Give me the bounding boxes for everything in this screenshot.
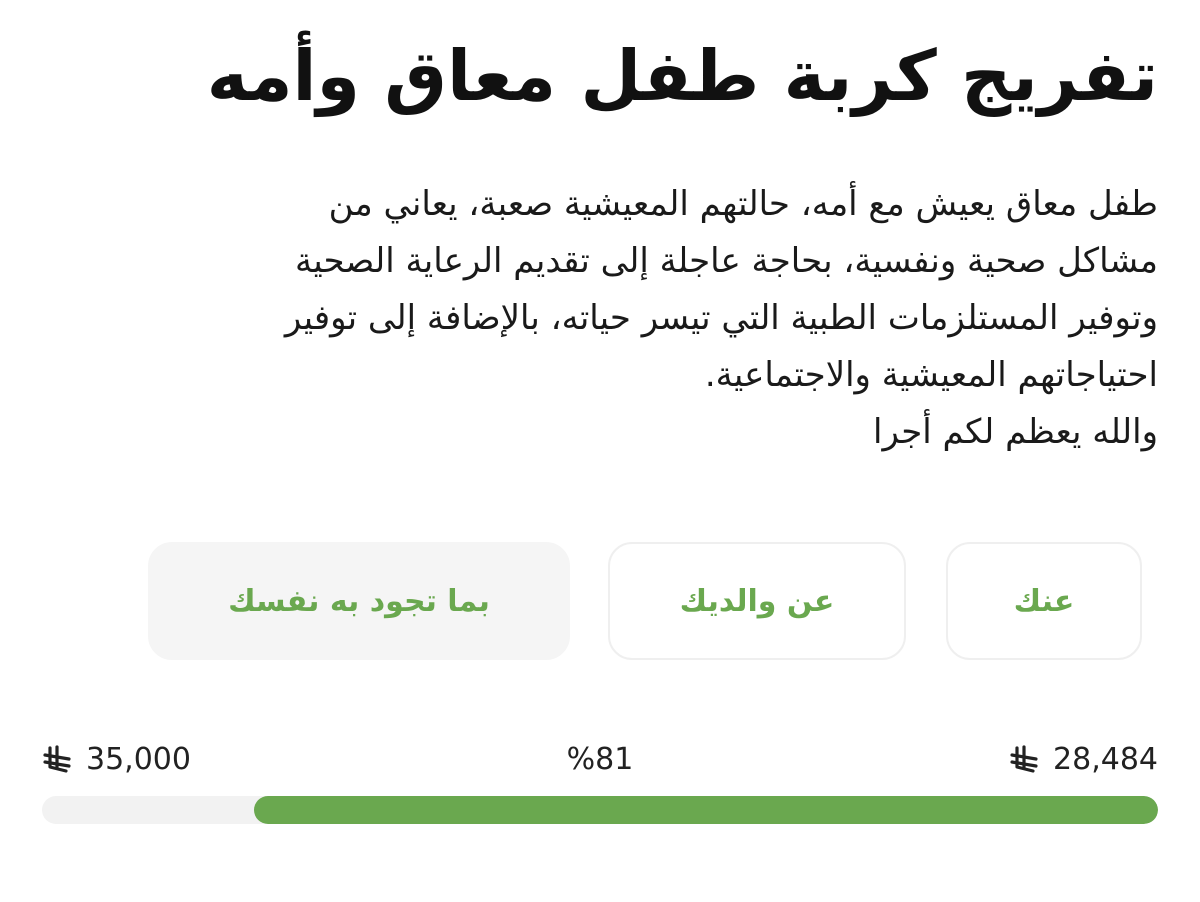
description-line: مشاكل صحية ونفسية، بحاجة عاجلة إلى تقديم… bbox=[294, 241, 1158, 281]
progress-percent-label: %81 bbox=[566, 742, 634, 777]
campaign-title: تفريج كربة طفل معاق وأمه bbox=[206, 35, 1158, 117]
description-line: طفل معاق يعيش مع أمه، حالتهم المعيشية صع… bbox=[328, 184, 1158, 224]
progress-percent: %81 bbox=[42, 742, 1158, 777]
description-line: والله يعظم لكم أجرا bbox=[873, 412, 1158, 452]
donate-for-yourself-button[interactable]: عنك bbox=[946, 542, 1142, 660]
description-line: وتوفير المستلزمات الطبية التي تيسر حياته… bbox=[284, 298, 1158, 338]
donate-custom-amount-button[interactable]: بما تجود به نفسك bbox=[148, 542, 570, 660]
riyal-icon bbox=[1009, 744, 1039, 775]
donation-options: عنك عن والديك بما تجود به نفسك bbox=[142, 542, 1142, 664]
campaign-description: طفل معاق يعيش مع أمه، حالتهم المعيشية صع… bbox=[118, 176, 1158, 461]
campaign-page: تفريج كربة طفل معاق وأمه طفل معاق يعيش م… bbox=[42, 0, 1158, 902]
collected-amount-value: 28,484 bbox=[1053, 742, 1158, 777]
donate-for-parents-button[interactable]: عن والديك bbox=[608, 542, 906, 660]
progress-bar-fill bbox=[254, 796, 1158, 824]
progress-bar bbox=[42, 796, 1158, 824]
description-line: احتياجاتهم المعيشية والاجتماعية. bbox=[704, 355, 1158, 395]
collected-amount: 28,484 bbox=[1009, 742, 1158, 777]
progress-stats: 35,000 %81 28,484 bbox=[42, 742, 1158, 786]
